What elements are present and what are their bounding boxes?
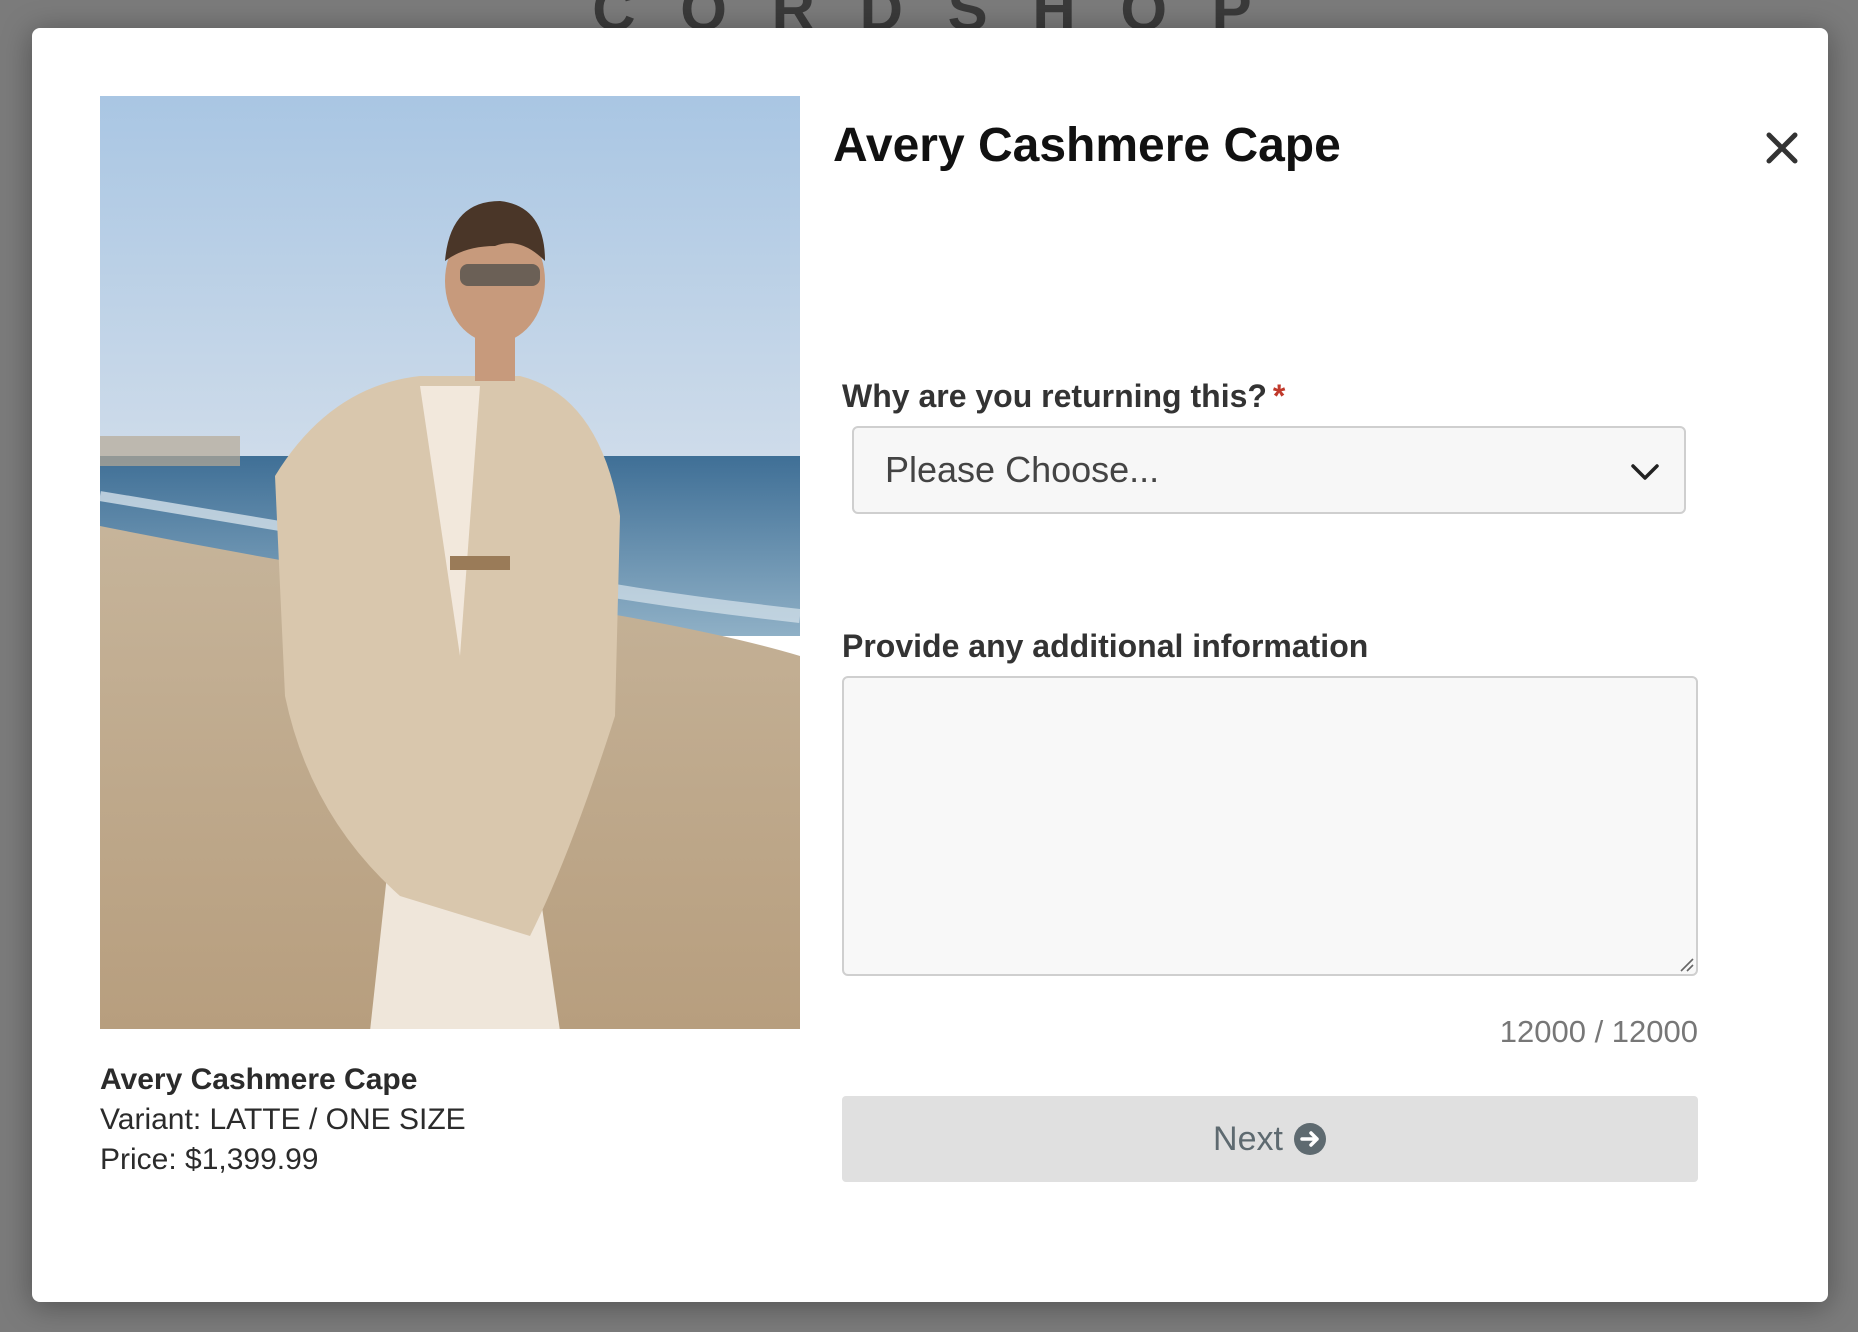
arrow-right-circle-icon xyxy=(1293,1123,1326,1155)
product-price: Price: $1,399.99 xyxy=(100,1143,319,1176)
chevron-down-icon xyxy=(1631,464,1659,480)
additional-info-textarea[interactable] xyxy=(842,676,1698,976)
backdrop-site-title: C O R D S H O P xyxy=(0,0,1858,30)
close-button[interactable] xyxy=(1757,123,1807,173)
product-name: Avery Cashmere Cape xyxy=(100,1063,418,1096)
close-icon xyxy=(1766,132,1798,164)
return-reason-select[interactable]: Please Choose... xyxy=(852,426,1686,514)
resize-handle-icon[interactable] xyxy=(1678,956,1694,972)
product-details: Avery Cashmere Cape Variant: LATTE / ONE… xyxy=(100,1060,800,1180)
modal-title: Avery Cashmere Cape xyxy=(833,119,1341,172)
additional-info-label: Provide any additional information xyxy=(842,628,1369,664)
next-button[interactable]: Next xyxy=(842,1096,1698,1182)
return-reason-selected: Please Choose... xyxy=(885,449,1160,490)
reason-label: Why are you returning this? * xyxy=(842,378,1286,414)
character-counter: 12000 / 12000 xyxy=(1499,1014,1698,1049)
product-variant: Variant: LATTE / ONE SIZE xyxy=(100,1103,466,1136)
required-indicator: * xyxy=(1272,378,1286,414)
product-image xyxy=(100,96,800,1029)
next-button-label: Next xyxy=(1213,1119,1283,1158)
return-modal: Avery Cashmere Cape Variant: LATTE / ONE… xyxy=(32,28,1828,1302)
